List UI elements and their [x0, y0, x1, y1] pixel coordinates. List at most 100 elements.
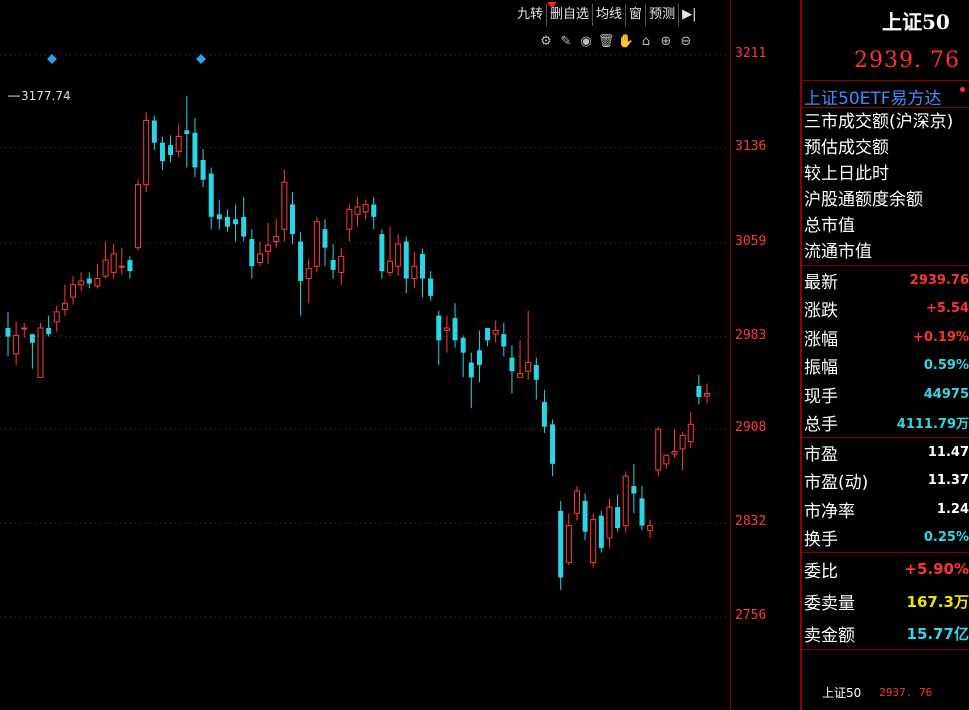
eye-icon[interactable]: ◉ — [577, 33, 595, 51]
candle-body — [143, 119, 150, 186]
candle-body — [550, 424, 556, 464]
price-stats: 最新 2939.76 涨跌 +5.54 涨幅 +0.19% 振幅 0.59% 现手 44975 总手… — [802, 266, 969, 438]
candle-body — [533, 365, 539, 380]
alert-dot-icon — [960, 87, 965, 92]
candle-body — [37, 327, 44, 378]
candle-body — [273, 236, 280, 243]
candle-body — [696, 386, 702, 398]
quote-value: 11.47 — [927, 444, 969, 460]
candle-body — [436, 315, 442, 341]
quote-row: 涨幅 +0.19% — [802, 323, 969, 352]
quote-row: 涨跌 +5.54 — [802, 295, 969, 324]
candle-body — [298, 241, 304, 282]
zoom-in-icon[interactable]: ⊕ — [657, 33, 675, 51]
quote-value: +5.90% — [904, 560, 969, 578]
pen-icon[interactable]: ✎ — [557, 33, 575, 51]
quote-value: 0.59% — [923, 358, 969, 374]
etf-link[interactable]: 上证50ETF易方达 — [802, 80, 969, 109]
candle-body — [289, 204, 295, 235]
quote-row: 振幅 0.59% — [802, 352, 969, 381]
candle-body — [192, 132, 198, 168]
quote-label: 现手 — [804, 386, 838, 407]
window-button[interactable]: 窗 — [625, 4, 645, 26]
footer-index-name: 上证50 — [822, 685, 862, 700]
candle-body — [671, 450, 678, 455]
candle-body — [338, 255, 345, 273]
candle-body — [468, 362, 474, 378]
quote-value: 15.77亿 — [906, 624, 969, 643]
market-info-item: 较上日此时 — [804, 164, 889, 184]
candle-body — [200, 159, 206, 180]
candle-body — [509, 357, 515, 372]
hand-icon[interactable]: ✋ — [617, 33, 635, 51]
candle-body — [241, 216, 247, 237]
quote-label: 涨幅 — [804, 329, 838, 350]
quote-label: 市净率 — [804, 501, 855, 522]
quote-row: 市净率 1.24 — [802, 495, 969, 524]
current-price: 2939. 76 — [854, 48, 960, 73]
trash-icon[interactable]: 🗑 — [597, 33, 615, 51]
candle-body — [168, 145, 174, 156]
candle-body — [322, 229, 328, 248]
candle-body — [265, 244, 272, 252]
price-tick-label: 3059 — [735, 233, 767, 249]
etf-label[interactable]: 上证50ETF易方达 — [804, 89, 942, 109]
quote-value: 2939.76 — [909, 272, 969, 288]
chart-toolbar: 九转 删自选 均线 窗 预测 ▶| — [514, 4, 699, 26]
quote-row: 市盈(动) 11.37 — [802, 467, 969, 496]
candlestick-chart[interactable]: 3177.74 九转 删自选 均线 窗 预测 ▶| ⚙ ✎ ◉ 🗑 ✋ ⌂ ⊕ ⊖ — [0, 0, 730, 710]
price-tick-label: 2832 — [735, 514, 767, 530]
candle-body — [256, 253, 263, 264]
price-tick-label: 2756 — [735, 608, 767, 623]
forecast-button[interactable]: 预测 — [645, 4, 678, 26]
quote-value: 167.3万 — [906, 592, 969, 611]
quote-row: 卖金额 15.77亿 — [802, 617, 969, 649]
quote-row: 最新 2939.76 — [802, 266, 969, 295]
candle-body — [647, 525, 654, 532]
settings-icon[interactable]: ⚙ — [537, 33, 555, 51]
candle-body — [704, 392, 710, 397]
candle-body — [29, 334, 35, 343]
zoom-out-icon[interactable]: ⊖ — [677, 33, 695, 51]
pin-right-icon[interactable]: ▶| — [678, 4, 699, 26]
quote-label: 最新 — [804, 272, 838, 293]
candle-body — [387, 260, 394, 273]
candle-body — [395, 243, 402, 267]
candle-body — [354, 206, 361, 215]
status-footer: 上证50 2937. 76 — [802, 674, 969, 710]
candle-body — [118, 265, 125, 268]
price-tick-label: 3136 — [735, 138, 767, 154]
candle-body — [411, 265, 418, 280]
candle-body — [598, 515, 604, 548]
moving-average-button[interactable]: 均线 — [592, 4, 625, 26]
candle-body — [379, 234, 385, 272]
candle-body — [420, 253, 426, 279]
candle-body — [175, 136, 182, 152]
candle-body — [631, 486, 637, 494]
candle-body — [249, 239, 255, 267]
candle-body — [639, 498, 645, 526]
candle-body — [541, 402, 547, 427]
candle-body — [151, 120, 157, 143]
lock-icon[interactable]: ⌂ — [637, 33, 655, 51]
quote-label: 总手 — [804, 415, 838, 436]
price-tick-label: 2908 — [735, 420, 767, 436]
candle-body — [679, 434, 686, 450]
chart-canvas[interactable]: 3177.74 — [0, 0, 730, 710]
candle-body — [565, 525, 572, 564]
candle-body — [573, 490, 580, 514]
candle-body — [582, 500, 588, 532]
quote-value: 44975 — [923, 386, 969, 402]
candle-body — [476, 350, 482, 366]
market-info-item: 三市成交额(沪深京) — [804, 112, 954, 132]
quote-label: 换手 — [804, 530, 838, 551]
tab-jiuzhuan[interactable]: 九转 — [514, 4, 546, 26]
quote-panel: 上证50 2939. 76 上证50ETF易方达 三市成交额(沪深京) 预估成交额… — [800, 0, 969, 710]
candle-body — [492, 329, 499, 335]
candle-body — [61, 302, 68, 310]
quote-row: 总手 4111.79万 — [802, 409, 969, 438]
market-info-item: 沪股通额度余额 — [804, 190, 923, 210]
quote-value: 0.25% — [923, 530, 969, 546]
quote-value: +0.19% — [913, 329, 969, 345]
candle-body — [313, 221, 320, 267]
